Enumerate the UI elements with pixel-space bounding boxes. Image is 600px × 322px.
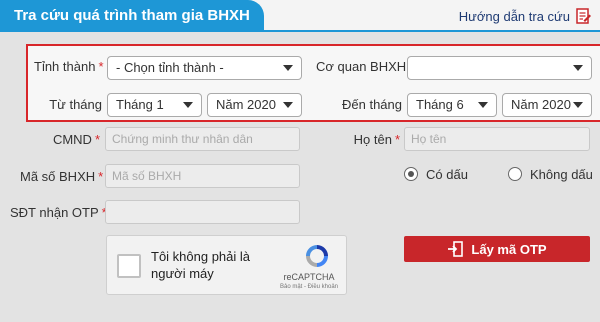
- chevron-down-icon: [283, 65, 293, 71]
- recaptcha-text: Tôi không phải là người máy: [151, 249, 251, 281]
- from-year-select[interactable]: Năm 2020: [207, 93, 302, 117]
- accent-yes-label: Có dấu: [426, 167, 468, 182]
- from-month-value: Tháng 1: [116, 97, 164, 112]
- cmnd-label: CMND *: [52, 132, 100, 147]
- search-criteria-box: Tỉnh thành * - Chọn tỉnh thành - Cơ quan …: [26, 44, 600, 122]
- recaptcha-links[interactable]: Bảo mật - Điều khoản: [273, 284, 345, 290]
- to-month-label: Đến tháng: [342, 97, 402, 112]
- chevron-down-icon: [573, 102, 583, 108]
- recaptcha-logo-icon: [306, 245, 328, 267]
- province-select-value: - Chọn tỉnh thành -: [116, 60, 224, 75]
- accent-no-radio[interactable]: [508, 167, 522, 181]
- cmnd-input[interactable]: Chứng minh thư nhân dân: [105, 127, 300, 151]
- from-month-label: Từ tháng: [49, 97, 102, 112]
- name-label: Họ tên *: [353, 132, 400, 147]
- name-input[interactable]: Họ tên: [404, 127, 590, 151]
- accent-no-label: Không dấu: [530, 167, 593, 182]
- accent-yes-radio[interactable]: [404, 167, 418, 181]
- guide-label: Hướng dẫn tra cứu: [458, 8, 570, 24]
- document-edit-icon: [576, 8, 591, 24]
- province-select[interactable]: - Chọn tỉnh thành -: [107, 56, 302, 80]
- chevron-down-icon: [183, 102, 193, 108]
- recaptcha-checkbox[interactable]: [117, 254, 141, 278]
- province-label: Tỉnh thành *: [34, 59, 104, 74]
- from-year-value: Năm 2020: [216, 97, 276, 112]
- bhxh-label: Mã số BHXH *: [20, 169, 104, 184]
- recaptcha-brand: reCAPTCHA: [283, 272, 335, 282]
- bhxh-input[interactable]: Mã số BHXH: [105, 164, 300, 188]
- page-title: Tra cứu quá trình tham gia BHXH: [0, 0, 264, 32]
- phone-label: SĐT nhận OTP*: [10, 205, 107, 220]
- chevron-down-icon: [283, 102, 293, 108]
- chevron-down-icon: [478, 102, 488, 108]
- recaptcha-widget: Tôi không phải là người máy reCAPTCHA Bả…: [106, 235, 347, 295]
- phone-input[interactable]: [105, 200, 300, 224]
- get-otp-button[interactable]: Lấy mã OTP: [404, 236, 590, 262]
- agency-select[interactable]: [407, 56, 592, 80]
- login-icon: [448, 241, 464, 257]
- get-otp-label: Lấy mã OTP: [471, 241, 547, 257]
- to-month-select[interactable]: Tháng 6: [407, 93, 497, 117]
- to-year-value: Năm 2020: [511, 97, 571, 112]
- to-month-value: Tháng 6: [416, 97, 464, 112]
- page-header: Tra cứu quá trình tham gia BHXH Hướng dẫ…: [0, 0, 600, 32]
- guide-link[interactable]: Hướng dẫn tra cứu: [459, 6, 592, 26]
- agency-label: Cơ quan BHXH*: [316, 59, 414, 74]
- chevron-down-icon: [573, 65, 583, 71]
- to-year-select[interactable]: Năm 2020: [502, 93, 592, 117]
- from-month-select[interactable]: Tháng 1: [107, 93, 202, 117]
